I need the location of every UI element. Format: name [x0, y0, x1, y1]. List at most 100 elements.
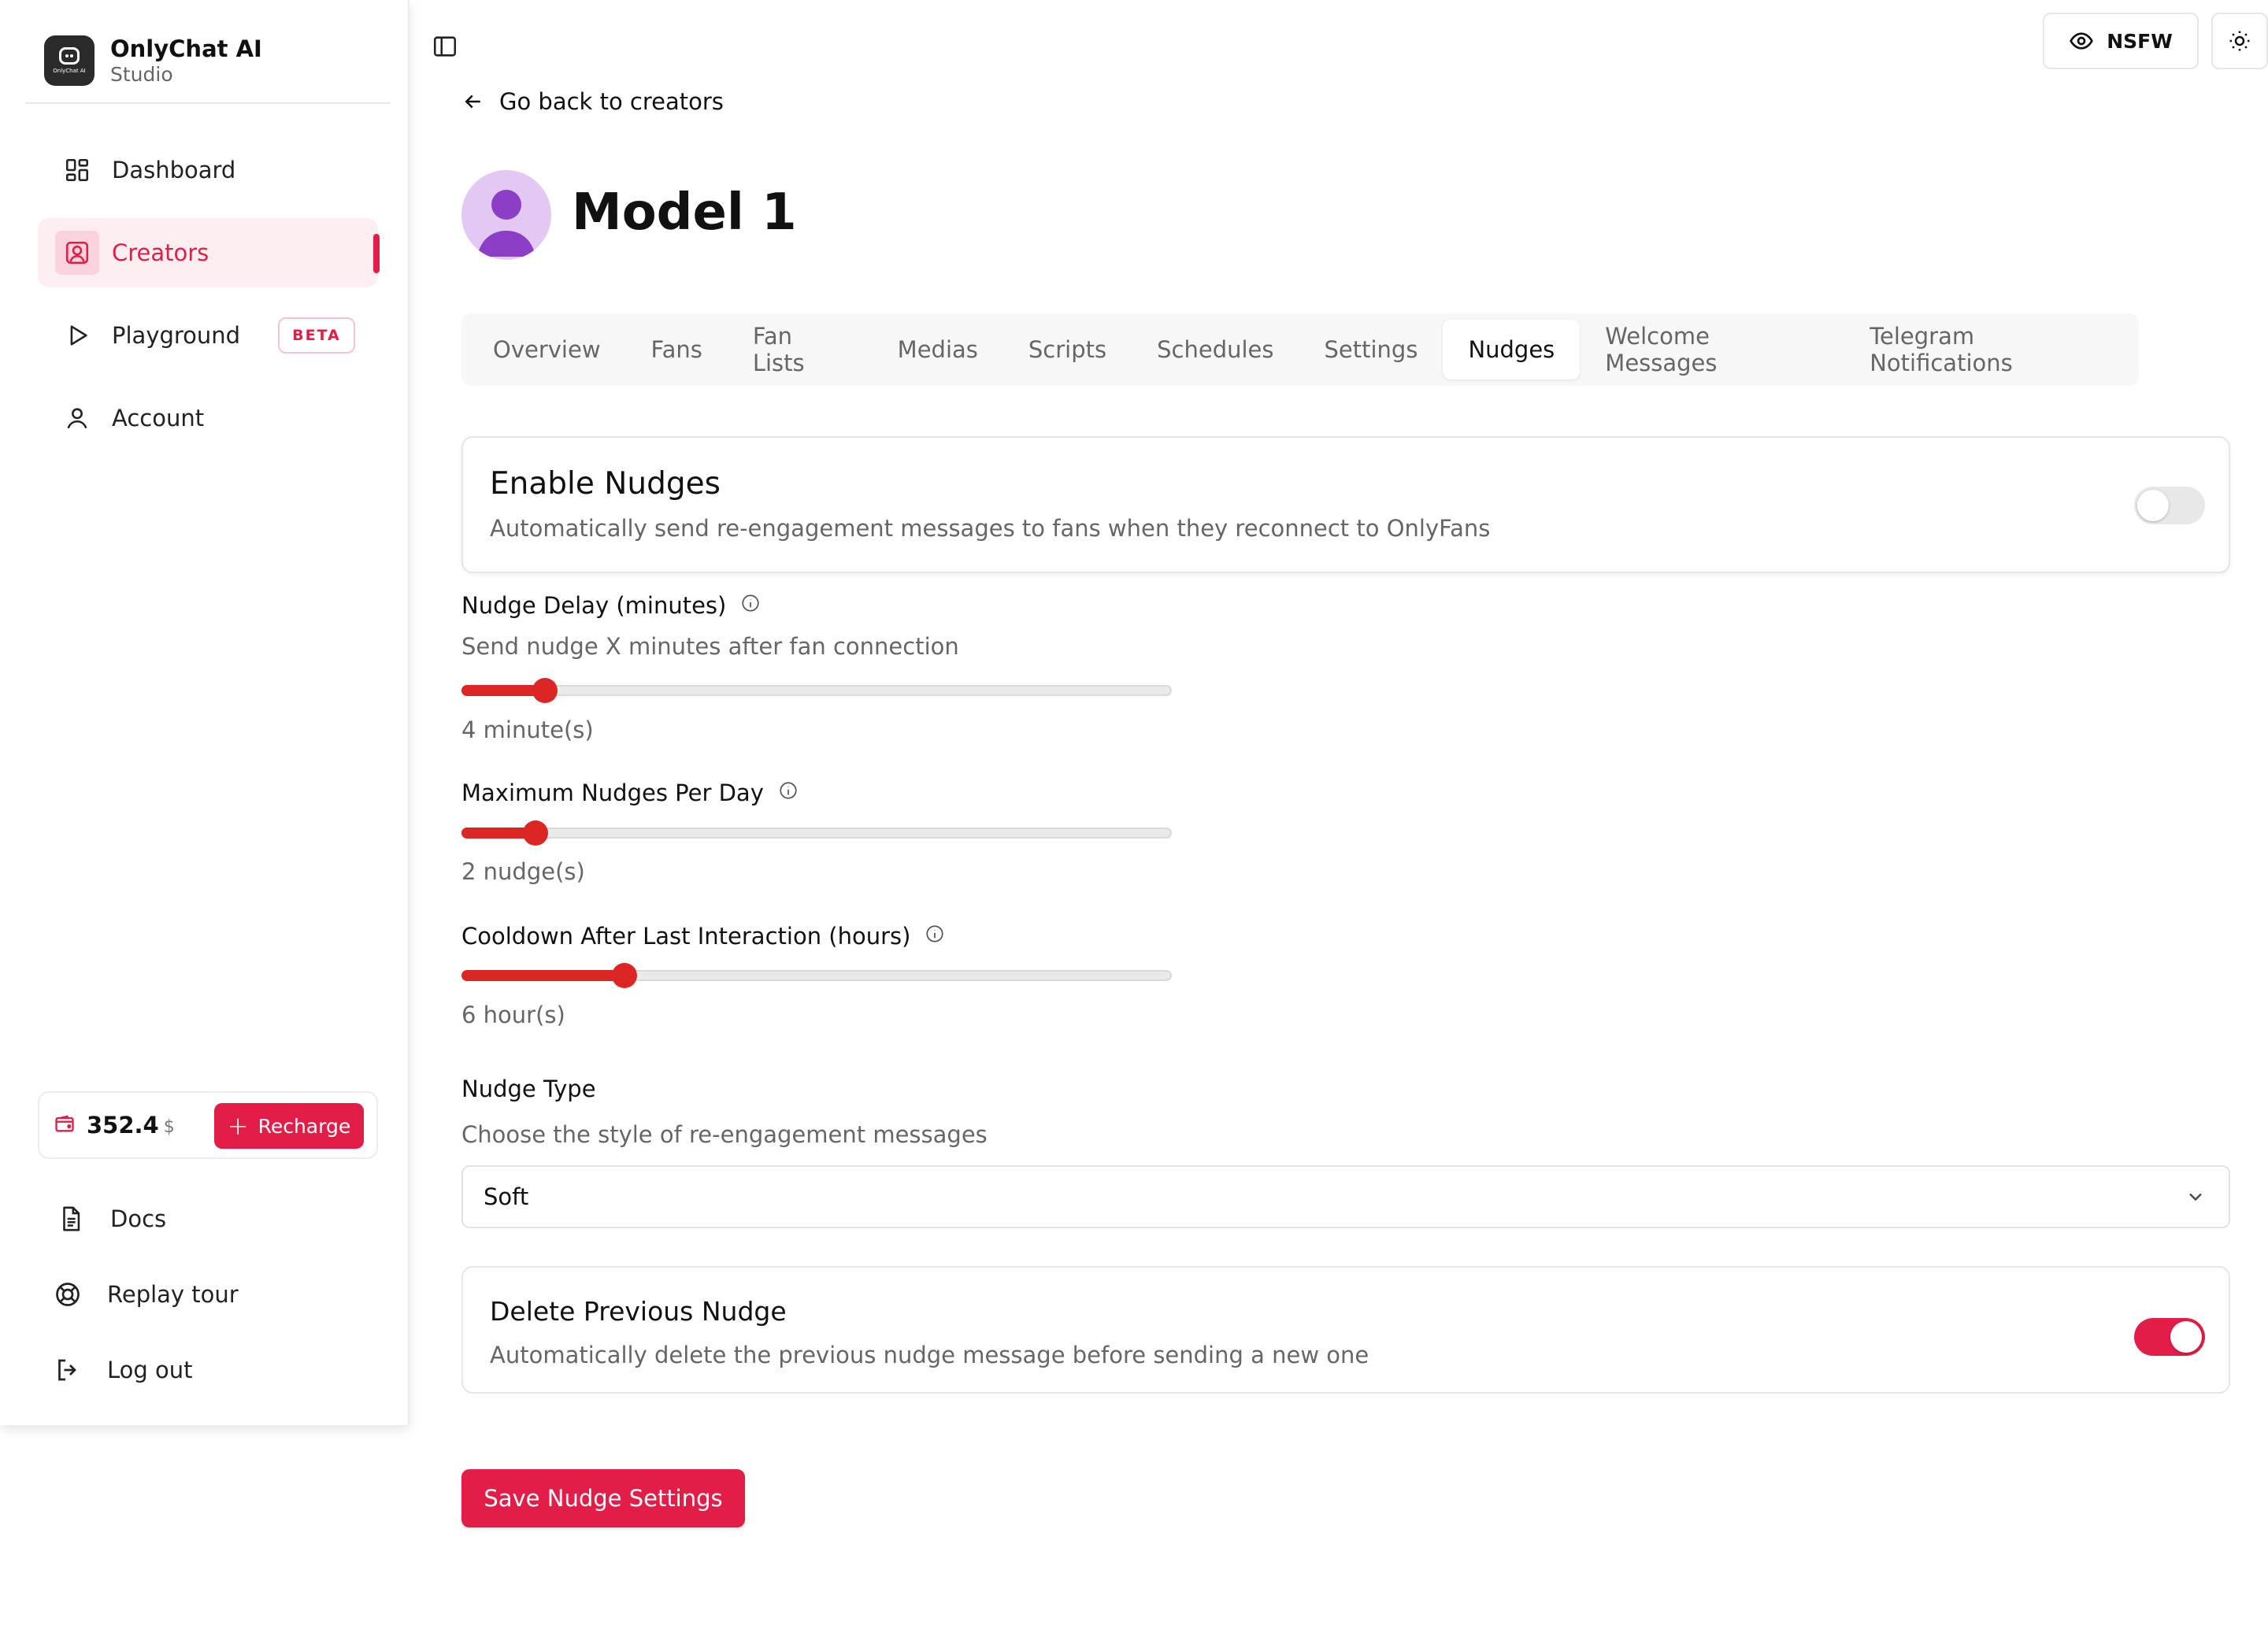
back-to-creators-link[interactable]: Go back to creators: [461, 88, 724, 115]
brand[interactable]: OnlyChat AI OnlyChat AI Studio: [44, 35, 262, 87]
avatar: [461, 170, 551, 260]
sun-icon: [2229, 31, 2250, 51]
creators-icon: [55, 231, 99, 275]
nsfw-toggle-button[interactable]: NSFW: [2043, 13, 2199, 69]
tab-nudges[interactable]: Nudges: [1443, 320, 1581, 380]
slider-track: [461, 828, 1172, 839]
wallet-amount: 352.4: [87, 1112, 159, 1139]
sidebar-nav: Dashboard Creators Playground BETA Accou…: [38, 135, 380, 466]
theme-toggle-button[interactable]: [2211, 13, 2268, 69]
switch-knob: [2137, 490, 2169, 521]
lifebuoy-icon: [50, 1277, 85, 1312]
sidebar-item-label: Log out: [107, 1357, 193, 1383]
recharge-label: Recharge: [258, 1114, 351, 1138]
slider-fill: [461, 970, 624, 981]
enable-nudges-title: Enable Nudges: [490, 466, 721, 502]
brand-logo: OnlyChat AI: [44, 35, 94, 86]
slider-thumb[interactable]: [532, 678, 558, 703]
sidebar: OnlyChat AI OnlyChat AI Studio Dashboard: [0, 0, 410, 1425]
cooldown-label: Cooldown After Last Interaction (hours): [461, 923, 945, 950]
play-icon: [61, 320, 93, 351]
nudge-delay-help: Send nudge X minutes after fan connectio…: [461, 633, 959, 660]
sidebar-item-label: Dashboard: [112, 157, 236, 183]
nudge-delay-value: 4 minute(s): [461, 716, 594, 743]
brand-logo-text: OnlyChat AI: [53, 68, 86, 74]
slider-track: [461, 685, 1172, 696]
max-nudges-label-text: Maximum Nudges Per Day: [461, 779, 764, 806]
slider-thumb[interactable]: [611, 963, 637, 988]
sidebar-item-label: Creators: [112, 239, 209, 266]
user-icon: [61, 402, 93, 434]
recharge-button[interactable]: + Recharge: [214, 1103, 364, 1149]
delete-previous-nudge-card: Delete Previous Nudge Automatically dele…: [461, 1266, 2230, 1394]
max-nudges-value: 2 nudge(s): [461, 858, 585, 885]
info-icon[interactable]: [740, 592, 761, 619]
chevron-down-icon: [2185, 1186, 2207, 1213]
nudge-type-label-text: Nudge Type: [461, 1076, 596, 1102]
nudge-delay-label-text: Nudge Delay (minutes): [461, 592, 727, 619]
tab-fan-lists[interactable]: Fan Lists: [728, 320, 873, 380]
tab-overview[interactable]: Overview: [468, 320, 626, 380]
user-avatar-icon: [477, 190, 536, 257]
nudge-delay-label: Nudge Delay (minutes): [461, 592, 761, 619]
enable-nudges-card: Enable Nudges Automatically send re-enga…: [461, 436, 2230, 573]
tab-telegram-notifications[interactable]: Telegram Notifications: [1844, 320, 2139, 380]
delete-previous-title: Delete Previous Nudge: [490, 1296, 787, 1327]
wallet-currency: $: [163, 1116, 175, 1137]
sidebar-item-label: Playground: [112, 322, 241, 349]
sidebar-divider: [25, 102, 391, 104]
sidebar-item-creators[interactable]: Creators: [38, 218, 380, 287]
switch-knob: [2170, 1321, 2202, 1353]
cooldown-slider[interactable]: [461, 963, 1172, 988]
sidebar-item-label: Replay tour: [107, 1281, 239, 1308]
document-icon: [54, 1202, 88, 1236]
nudge-delay-slider[interactable]: [461, 678, 1172, 703]
back-link-label: Go back to creators: [499, 88, 724, 115]
sidebar-item-playground[interactable]: Playground BETA: [38, 301, 378, 370]
enable-nudges-description: Automatically send re-engagement message…: [490, 515, 1491, 542]
tab-welcome-messages[interactable]: Welcome Messages: [1580, 320, 1844, 380]
slider-thumb[interactable]: [522, 820, 548, 846]
cooldown-label-text: Cooldown After Last Interaction (hours): [461, 923, 911, 950]
sidebar-item-account[interactable]: Account: [38, 383, 378, 453]
info-icon[interactable]: [778, 779, 799, 806]
max-nudges-label: Maximum Nudges Per Day: [461, 779, 799, 806]
nsfw-label: NSFW: [2107, 29, 2173, 53]
sidebar-item-label: Account: [112, 405, 205, 431]
nudge-type-select[interactable]: Soft: [461, 1165, 2230, 1228]
beta-badge: BETA: [278, 317, 355, 354]
cooldown-value: 6 hour(s): [461, 1002, 565, 1028]
wallet-icon: [54, 1113, 76, 1138]
delete-previous-description: Automatically delete the previous nudge …: [490, 1342, 1369, 1368]
nudge-type-help: Choose the style of re-engagement messag…: [461, 1121, 988, 1148]
delete-previous-switch[interactable]: [2134, 1318, 2205, 1356]
sidebar-item-dashboard[interactable]: Dashboard: [38, 135, 378, 205]
page-title: Model 1: [572, 183, 797, 242]
brand-subtitle: Studio: [110, 63, 173, 86]
sidebar-item-replay-tour[interactable]: Replay tour: [50, 1257, 365, 1332]
logout-icon: [50, 1353, 85, 1387]
tab-medias[interactable]: Medias: [873, 320, 1003, 380]
tab-scripts[interactable]: Scripts: [1003, 320, 1132, 380]
tab-schedules[interactable]: Schedules: [1132, 320, 1299, 380]
sidebar-item-docs[interactable]: Docs: [54, 1181, 365, 1257]
info-icon[interactable]: [925, 923, 945, 950]
save-nudge-settings-button[interactable]: Save Nudge Settings: [461, 1469, 745, 1527]
plus-icon: +: [227, 1111, 249, 1141]
enable-nudges-switch[interactable]: [2134, 487, 2205, 524]
nudge-type-selected: Soft: [484, 1183, 529, 1210]
brand-name: OnlyChat AI: [110, 35, 262, 62]
tab-fans[interactable]: Fans: [626, 320, 728, 380]
eye-icon: [2070, 32, 2094, 50]
sidebar-bottom-nav: Docs Replay tour Log out: [50, 1181, 365, 1408]
sidebar-item-logout[interactable]: Log out: [50, 1332, 365, 1408]
dashboard-icon: [61, 154, 93, 186]
sidebar-toggle-icon[interactable]: [432, 33, 463, 65]
tab-settings[interactable]: Settings: [1299, 320, 1443, 380]
nudge-type-label: Nudge Type: [461, 1076, 596, 1102]
sidebar-item-label: Docs: [110, 1205, 167, 1232]
creator-tabs: Overview Fans Fan Lists Medias Scripts S…: [461, 313, 2139, 386]
robot-icon: [59, 47, 80, 65]
wallet-balance: 352.4 $ + Recharge: [38, 1091, 378, 1159]
max-nudges-slider[interactable]: [461, 820, 1172, 846]
